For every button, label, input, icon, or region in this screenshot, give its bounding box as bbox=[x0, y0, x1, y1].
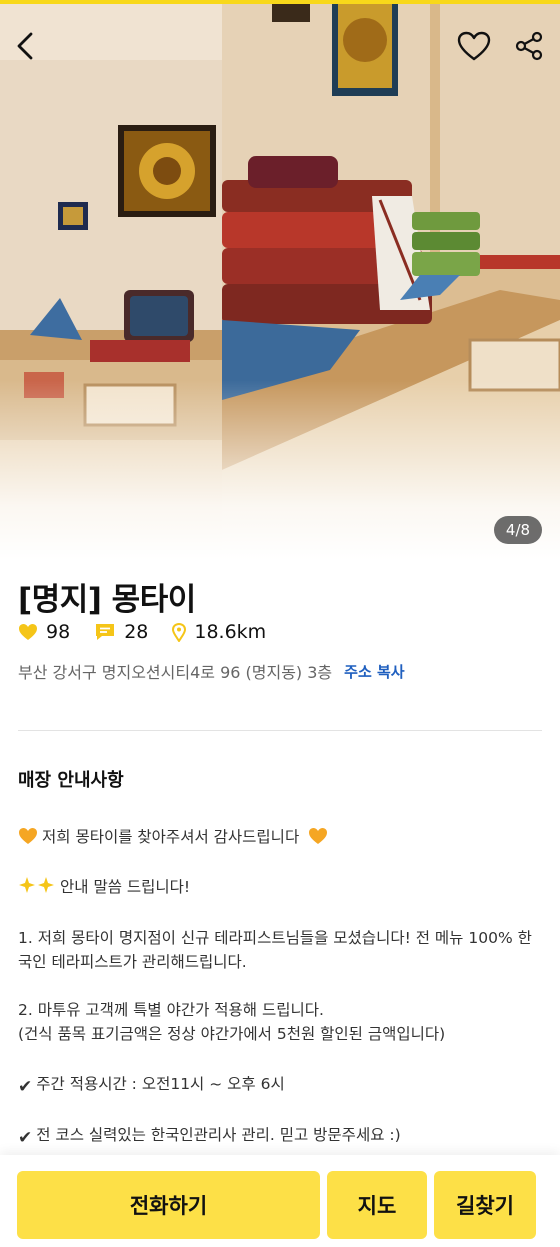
checkmark-icon: ✔ bbox=[18, 1077, 33, 1097]
notice-text-announcement: 안내 말씀 드립니다! bbox=[60, 878, 191, 896]
store-stats: 98 28 18.6km bbox=[18, 620, 290, 644]
section-divider bbox=[18, 730, 542, 731]
share-icon bbox=[515, 31, 543, 61]
location-pin-icon bbox=[172, 622, 187, 642]
notice-text-thanks: 저희 몽타이를 찾아주셔서 감사드립니다 bbox=[42, 828, 300, 846]
back-button[interactable] bbox=[4, 24, 48, 68]
store-title: [명지] 몽타이 bbox=[18, 582, 196, 618]
checkmark-icon: ✔ bbox=[18, 1128, 33, 1148]
notice-line-therapists: 1. 저희 몽타이 명지점이 신규 테라피스트님들을 모셨습니다! 전 메뉴 1… bbox=[18, 929, 532, 971]
store-photo-carousel[interactable] bbox=[0, 0, 560, 560]
distance-stat: 18.6km bbox=[172, 621, 266, 643]
notice-line-hours: ✔ 주간 적용시간 : 오전11시 ~ 오후 6시 bbox=[18, 1072, 542, 1099]
notice-text-hours: 주간 적용시간 : 오전11시 ~ 오후 6시 bbox=[36, 1075, 285, 1093]
copy-address-button[interactable]: 주소 복사 bbox=[344, 661, 404, 682]
address-row: 부산 강서구 명지오션시티4로 96 (명지동) 3층 주소 복사 bbox=[18, 659, 405, 683]
notice-line-announcement: 안내 말씀 드립니다! bbox=[18, 875, 542, 899]
notice-section-title: 매장 안내사항 bbox=[18, 770, 124, 791]
notice-text-night-price: 2. 마투유 고객께 특별 야간가 적용해 드립니다. bbox=[18, 1001, 324, 1019]
heart-filled-icon bbox=[19, 624, 37, 640]
reviews-count: 28 bbox=[124, 621, 149, 643]
notice-text-staff: 전 코스 실력있는 한국인관리사 관리. 믿고 방문주세요 :) bbox=[36, 1126, 401, 1144]
notice-line-staff: ✔ 전 코스 실력있는 한국인관리사 관리. 믿고 방문주세요 :) bbox=[18, 1123, 542, 1150]
distance-value: 18.6km bbox=[194, 621, 267, 643]
review-bubble-icon bbox=[96, 624, 115, 640]
status-accent-line bbox=[0, 0, 560, 4]
notice-line-night-price: 2. 마투유 고객께 특별 야간가 적용해 드립니다. (건식 품목 표기금액은… bbox=[18, 998, 542, 1046]
orange-heart-icon bbox=[19, 828, 37, 844]
sparkles-icon bbox=[19, 877, 54, 893]
likes-stat: 98 bbox=[18, 621, 70, 643]
map-button[interactable]: 지도 bbox=[327, 1171, 427, 1239]
notice-text-discount: (건식 품목 표기금액은 정상 야간가에서 5천원 할인된 금액입니다) bbox=[18, 1025, 446, 1043]
reviews-stat[interactable]: 28 bbox=[94, 621, 148, 643]
notice-line-thanks: 저희 몽타이를 찾아주셔서 감사드립니다 bbox=[18, 825, 542, 849]
route-button[interactable]: 길찾기 bbox=[434, 1171, 536, 1239]
heart-outline-icon bbox=[457, 31, 491, 61]
orange-heart-icon bbox=[309, 828, 328, 844]
share-button[interactable] bbox=[507, 24, 551, 68]
carousel-page-indicator: 4/8 bbox=[494, 516, 542, 544]
chevron-left-icon bbox=[17, 32, 33, 60]
image-fade-overlay bbox=[0, 380, 560, 560]
call-button[interactable]: 전화하기 bbox=[17, 1171, 320, 1239]
likes-count: 98 bbox=[46, 621, 71, 643]
favorite-button[interactable] bbox=[452, 24, 496, 68]
store-address: 부산 강서구 명지오션시티4로 96 (명지동) 3층 bbox=[18, 663, 333, 682]
